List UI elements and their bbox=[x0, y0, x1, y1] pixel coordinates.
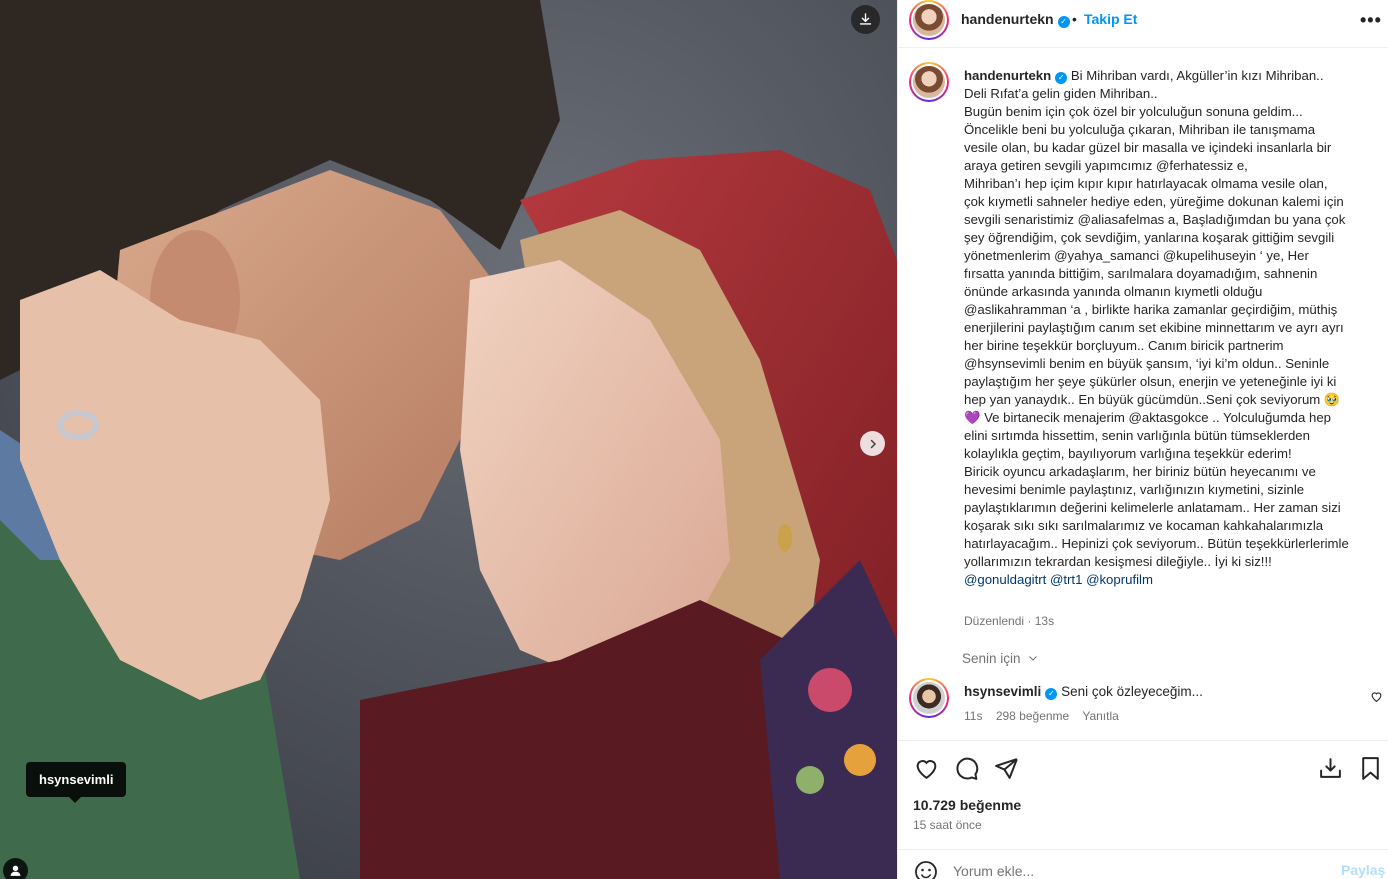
username-text[interactable]: handenurtekn bbox=[961, 11, 1054, 27]
comment-username[interactable]: hsynsevimli bbox=[964, 684, 1041, 699]
separator-dot: • bbox=[1072, 11, 1077, 27]
comment-like-heart-icon[interactable] bbox=[1370, 690, 1383, 703]
caption-line-1: Deli Rıfat’a gelin giden Mihriban.. bbox=[964, 86, 1158, 101]
caption-line-16: her birine teşekkür borçluyum.. Canım bi… bbox=[964, 338, 1284, 353]
caption-meta: Düzenlendi · 13s bbox=[964, 614, 1054, 628]
share-paper-plane-icon[interactable] bbox=[994, 756, 1019, 781]
post-photo[interactable]: hsynsevimli bbox=[0, 0, 897, 879]
caption-line-14: @aslikahramman ‘a , birlikte harika zama… bbox=[964, 302, 1338, 317]
header-username[interactable]: handenurtekn ✓ bbox=[961, 11, 1070, 28]
comment-likes[interactable]: 298 beğenme bbox=[996, 709, 1069, 723]
caption-line-5: vesile olan, bu kadar güzel bir masalla … bbox=[964, 140, 1332, 155]
caption-line-26: koşarak sıkı sıkı sarılmalarımız ve koca… bbox=[964, 518, 1324, 533]
next-photo-button[interactable] bbox=[860, 431, 885, 456]
caption-line-9: sevgili senaristimiz @aliasafelmas a, Ba… bbox=[964, 212, 1346, 227]
caption-line-20: 💜 Ve birtanecik menajerim @aktasgokce ..… bbox=[964, 410, 1332, 425]
post-header: handenurtekn ✓ • Takip Et ••• bbox=[898, 0, 1388, 48]
edited-time: 13s bbox=[1034, 614, 1055, 628]
caption-line-23: Biricik oyuncu arkadaşlarım, her biriniz… bbox=[964, 464, 1316, 479]
download-button[interactable] bbox=[851, 5, 880, 34]
caption-line-3: Bugün benim için çok özel bir yolculuğun… bbox=[964, 104, 1303, 119]
caption-line-17: @hsynsevimli benim en büyük şansım, ‘iyi… bbox=[964, 356, 1330, 371]
caption-author[interactable]: handenurtekn bbox=[964, 68, 1051, 83]
instagram-post-view: hsynsevimli handenurtekn ✓ • Takip Et ••• bbox=[0, 0, 1388, 879]
comment-bubble-icon[interactable] bbox=[954, 756, 979, 781]
caption-avatar[interactable] bbox=[909, 62, 949, 102]
caption-line-27: hatırlayacağım.. Hepinizi çok seviyorum.… bbox=[964, 536, 1349, 551]
download-icon bbox=[859, 13, 872, 25]
comment-body: Seni çok özleyeceğim... bbox=[1061, 684, 1203, 699]
meta-separator: · bbox=[1024, 614, 1035, 628]
user-tag-label[interactable]: hsynsevimli bbox=[26, 762, 127, 803]
user-tags-button[interactable] bbox=[3, 858, 28, 879]
caption-line-21: elini sırtımda hissettim, senin varlığın… bbox=[964, 428, 1310, 443]
likes-count[interactable]: 10.729 beğenme bbox=[913, 797, 1021, 813]
caption-line-28: yollarımızın tekrardan kesişmesi dileğiy… bbox=[964, 554, 1272, 569]
comment-reply-button[interactable]: Yanıtla bbox=[1082, 709, 1118, 723]
caption-line-12: fırsatta yanında bittiğim, sarılmalara d… bbox=[964, 266, 1318, 281]
edited-label: Düzenlendi bbox=[964, 614, 1025, 628]
caption-line-10: şey öğrendiğim, çok sevdiğim, yanlarına … bbox=[964, 230, 1335, 245]
caption-line-11: yönetmenlerim @yahya_samanci @kupelihuse… bbox=[964, 248, 1309, 263]
caption-line-8: çok kıymetli sahneler hediye eden, yüreğ… bbox=[964, 194, 1344, 209]
caption-line-19: hep yan yanaydık.. En büyük gücümdün..Se… bbox=[964, 392, 1341, 407]
comment-input[interactable] bbox=[953, 863, 1313, 879]
comment-time: 11s bbox=[964, 709, 983, 723]
caption-line-25: paylaştıklarımın değerini kelimelerle an… bbox=[964, 500, 1341, 515]
comment-avatar[interactable] bbox=[909, 678, 949, 718]
avatar[interactable] bbox=[909, 0, 949, 40]
caption-line-15: enerjilerini paylaştığım canım set ekibi… bbox=[964, 320, 1344, 335]
caption-line-22: kolaylıkla geçtim, bayılıyorum varlığına… bbox=[964, 446, 1292, 461]
caption-line-24: hevesimi benimle paylaştınız, varlığınız… bbox=[964, 482, 1305, 497]
caption-line-13: önünde arkasında yanında olmanın kıymetl… bbox=[964, 284, 1263, 299]
more-options-icon[interactable]: ••• bbox=[1360, 10, 1382, 31]
bookmark-icon[interactable] bbox=[1358, 756, 1383, 781]
verified-badge-icon: ✓ bbox=[1055, 72, 1068, 84]
post-comment-button[interactable]: Paylaş bbox=[1341, 862, 1385, 878]
caption-line-29[interactable]: @gonuldagitrt @trt1 @koprufilm bbox=[964, 571, 1374, 589]
comment: hsynsevimli ✓ Seni çok özleyeceğim... bbox=[964, 684, 1203, 700]
user-icon bbox=[10, 865, 21, 876]
verified-badge-icon: ✓ bbox=[1045, 688, 1058, 700]
add-comment-bar: Paylaş bbox=[898, 849, 1388, 879]
post-actions: 10.729 beğenme 15 saat önce Paylaş bbox=[898, 740, 1388, 879]
chevron-right-icon bbox=[870, 439, 876, 448]
for-you-dropdown[interactable]: Senin için bbox=[962, 651, 1039, 666]
caption-line-4: Öncelikle beni bu yolculuğa çıkaran, Mih… bbox=[964, 122, 1316, 137]
save-download-icon[interactable] bbox=[1318, 756, 1343, 781]
post-details-panel: handenurtekn ✓ • Takip Et ••• handenurtek… bbox=[897, 0, 1388, 879]
caption-line-6: araya getiren sevgili yapımcımız @ferhat… bbox=[964, 158, 1248, 173]
post-caption: handenurtekn ✓ Bi Mihriban vardı, Akgülle… bbox=[964, 67, 1374, 589]
photo-scene bbox=[0, 0, 897, 879]
caption-line-18: paylaştığım her şeye şükürler olsun, ene… bbox=[964, 374, 1337, 389]
caption-line-0: handenurtekn ✓ Bi Mihriban vardı, Akgülle… bbox=[964, 68, 1324, 84]
caption-line-7: Mihriban’ı hep içim kıpır kıpır hatırlay… bbox=[964, 176, 1328, 191]
post-time[interactable]: 15 saat önce bbox=[913, 818, 982, 832]
verified-badge-icon: ✓ bbox=[1057, 16, 1070, 28]
emoji-icon[interactable] bbox=[914, 860, 938, 879]
chevron-down-icon bbox=[1029, 656, 1038, 661]
for-you-label: Senin için bbox=[962, 651, 1021, 666]
like-heart-icon[interactable] bbox=[914, 756, 939, 781]
comment-meta: 11s 298 beğenme Yanıtla bbox=[964, 709, 1129, 723]
follow-button[interactable]: Takip Et bbox=[1084, 11, 1137, 27]
